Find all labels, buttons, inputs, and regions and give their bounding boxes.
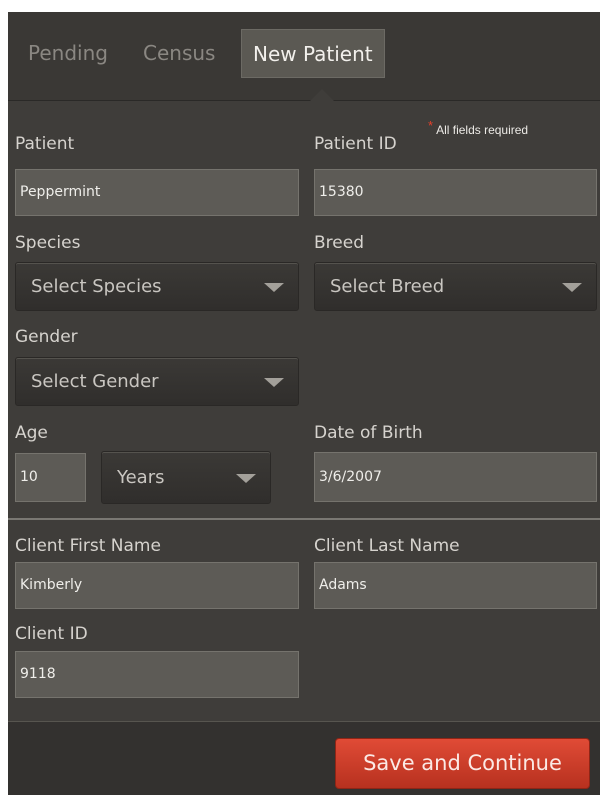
client-first-name-input[interactable]: Kimberly (15, 562, 299, 609)
age-unit-value: Years (117, 467, 165, 488)
patient-id-label: Patient ID (314, 134, 397, 154)
client-id-input[interactable]: 9118 (15, 651, 299, 698)
age-label: Age (15, 423, 48, 443)
chevron-down-icon (264, 283, 284, 292)
chevron-down-icon (264, 378, 284, 387)
client-last-name-label: Client Last Name (314, 536, 460, 556)
patient-input[interactable]: Peppermint (15, 169, 299, 216)
dob-label: Date of Birth (314, 423, 423, 443)
tab-new-patient[interactable]: New Patient (241, 29, 385, 78)
chevron-down-icon (562, 283, 582, 292)
new-patient-form-app: Pending Census New Patient * All fields r… (8, 12, 600, 795)
species-label: Species (15, 233, 81, 253)
breed-select-value: Select Breed (330, 276, 445, 297)
section-divider (8, 518, 600, 520)
active-tab-pointer (310, 89, 334, 101)
tab-bar: Pending Census New Patient (8, 12, 600, 101)
breed-select[interactable]: Select Breed (314, 262, 597, 311)
tab-census[interactable]: Census (132, 29, 226, 78)
gender-label: Gender (15, 327, 78, 347)
client-last-name-input[interactable]: Adams (314, 562, 597, 609)
chevron-down-icon (236, 474, 256, 483)
save-and-continue-button[interactable]: Save and Continue (335, 738, 590, 789)
gender-select[interactable]: Select Gender (15, 357, 299, 406)
patient-label: Patient (15, 134, 75, 154)
required-note-text: All fields required (436, 123, 529, 137)
footer-bar: Save and Continue (8, 721, 600, 795)
required-note: * All fields required (428, 118, 529, 137)
client-id-label: Client ID (15, 624, 88, 644)
gender-select-value: Select Gender (31, 371, 159, 392)
client-first-name-label: Client First Name (15, 536, 161, 556)
species-select-value: Select Species (31, 276, 162, 297)
required-asterisk: * (428, 118, 434, 133)
tab-pending[interactable]: Pending (17, 29, 119, 78)
breed-label: Breed (314, 233, 364, 253)
dob-input[interactable]: 3/6/2007 (314, 452, 597, 502)
species-select[interactable]: Select Species (15, 262, 299, 311)
age-input[interactable]: 10 (15, 453, 86, 502)
patient-id-input[interactable]: 15380 (314, 169, 597, 216)
age-unit-select[interactable]: Years (101, 451, 271, 504)
